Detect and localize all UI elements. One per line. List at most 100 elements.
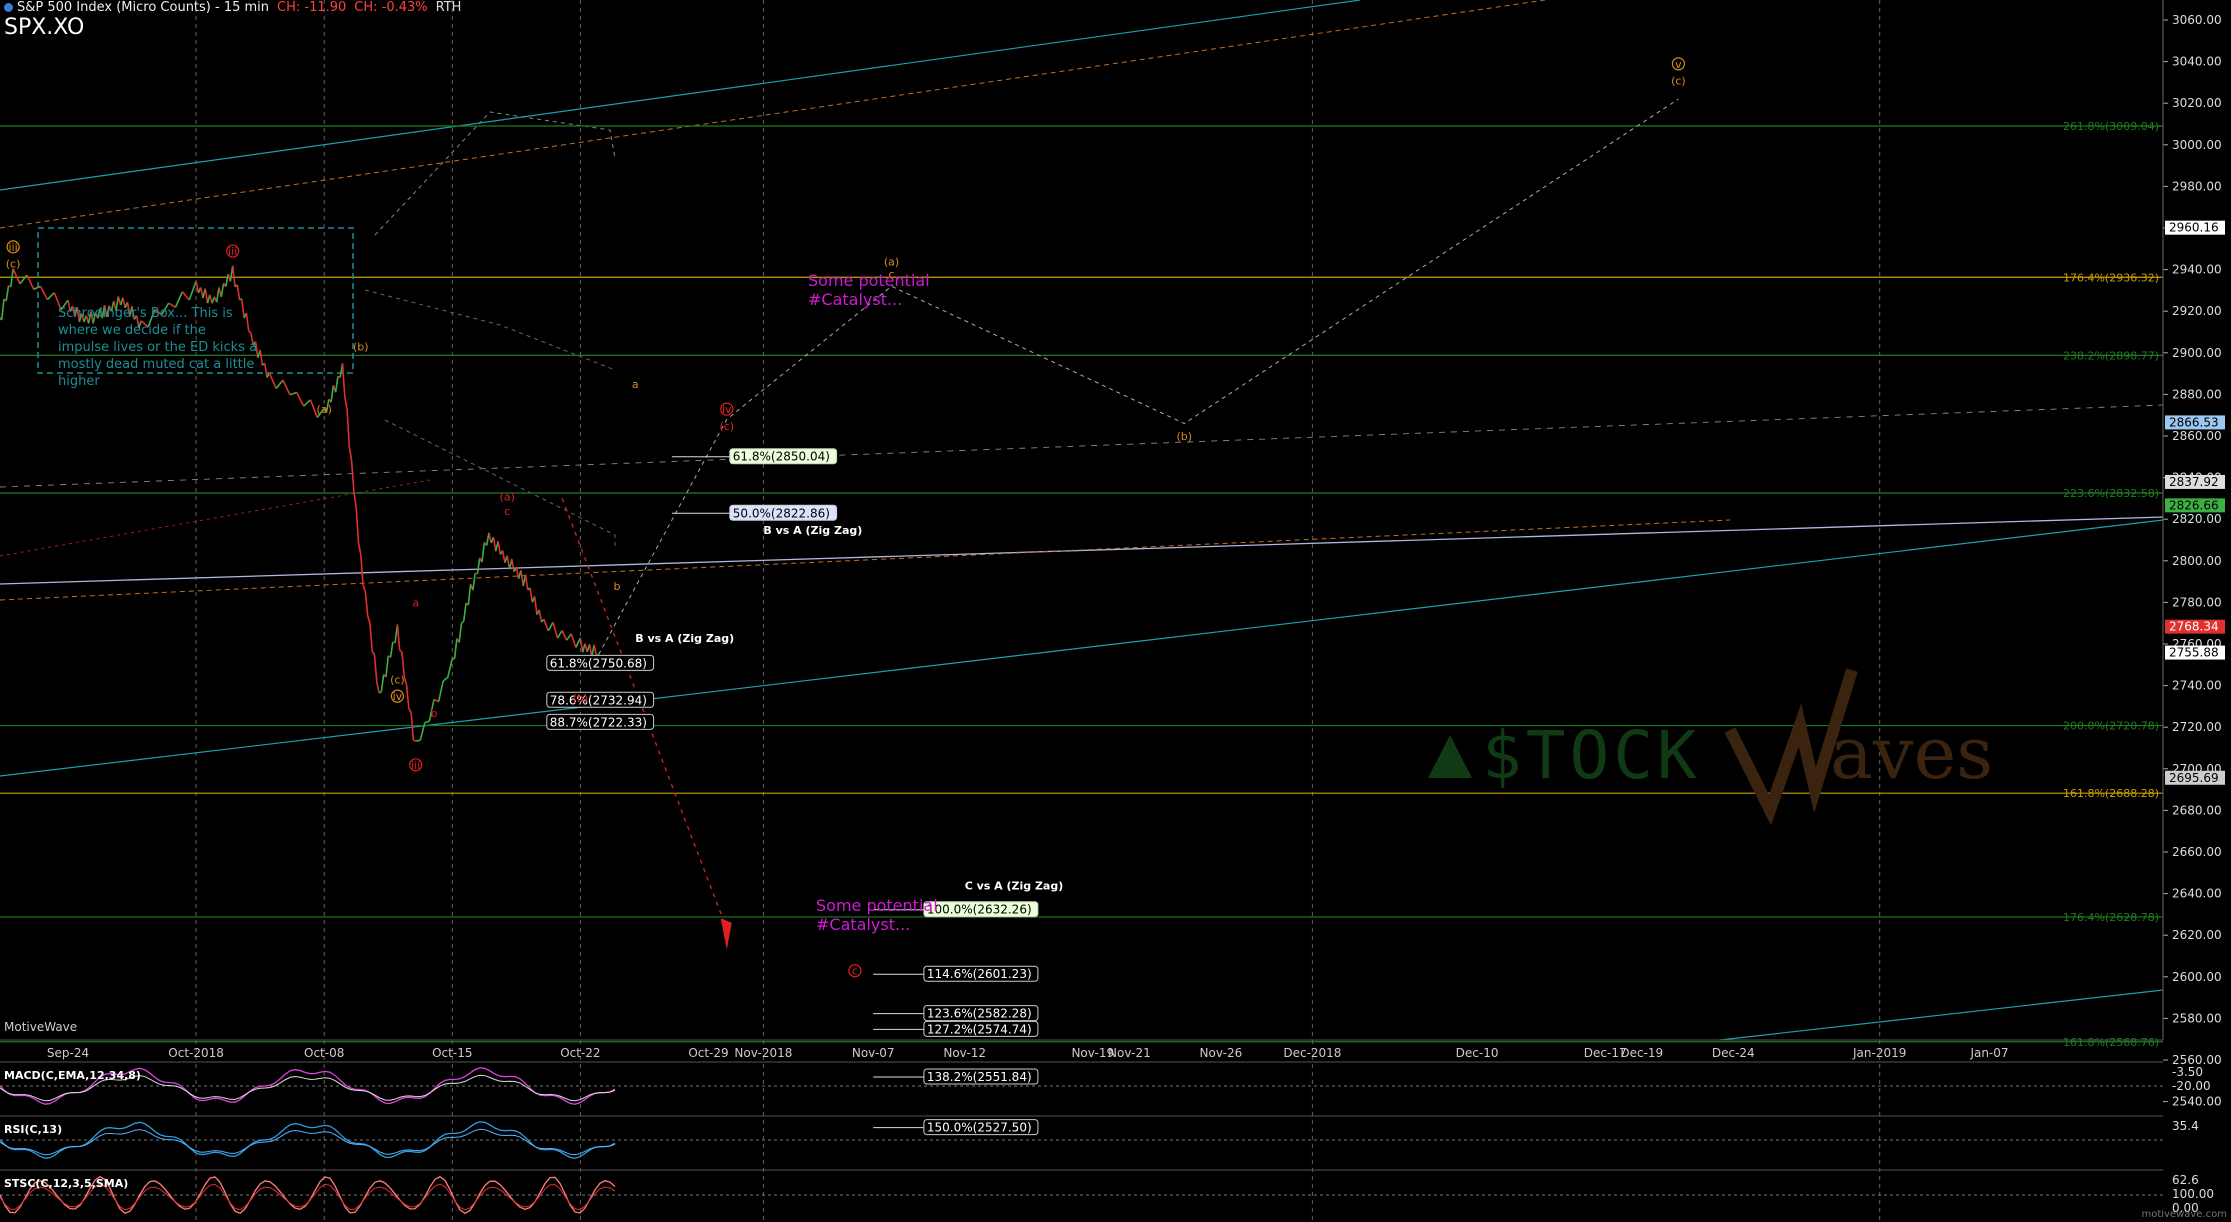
fib-box-label: 114.6%(2601.23) [927,967,1032,981]
fib-box-label: 88.7%(2722.33) [550,715,647,729]
trend-line [0,479,431,557]
symbol-status-icon [4,3,13,12]
change-value: CH: -11.90 [277,0,347,15]
fib-title: B vs A (Zig Zag) [635,632,734,645]
price-segment [353,492,358,508]
price-segment [424,720,430,724]
stockwaves-logo: $TOCK aves [1428,668,1993,826]
symbol-label[interactable]: SPX.XO [4,15,84,40]
bearish-projection [561,498,728,930]
wave-label: a [412,597,419,610]
price-segment [5,285,10,302]
x-tick-label: Jan-07 [1969,1046,2008,1060]
wave-label: a [632,378,639,391]
y-tick-label: 3000.00 [2172,138,2222,152]
price-segment [369,623,374,652]
price-segment [492,536,497,552]
price-segment [231,265,236,287]
price-segment [268,372,277,389]
trend-line [0,0,1361,191]
x-tick-label: Nov-07 [852,1046,895,1060]
wave-label: (c) [6,258,21,271]
y-tick-label: 2720.00 [2172,720,2222,734]
price-segment [399,649,403,653]
price-segment [413,739,416,742]
price-tag-label: 2695.69 [2169,771,2219,785]
price-segment [236,284,241,300]
fib-level-label: 261.8%(3009.04) [2063,120,2159,133]
channel-line [374,111,616,236]
price-segment [343,396,348,410]
price-segment [460,620,465,624]
price-axis[interactable]: 3060.00 3040.00 3020.00 3000.00 2980.00 2960.… [2162,0,2225,1109]
fib-box-label: 61.8%(2750.68) [550,656,647,670]
chart-title: S&P 500 Index (Micro Counts) - 15 min [17,0,270,15]
price-segment [282,379,291,396]
price-segment [350,461,355,493]
price-segment [380,674,385,692]
y-tick-label: 3060.00 [2172,13,2222,27]
price-tag-label: 2755.88 [2169,646,2219,660]
price-segment [458,623,463,643]
price-segment [181,291,190,301]
price-segment [296,392,305,407]
price-segment [408,708,412,713]
price-segment [575,637,582,648]
y-tick-label: 2660.00 [2172,845,2222,859]
price-segment [330,385,335,403]
wave-label: iii [9,241,18,254]
price-segment [488,532,492,544]
fib-box-label: 50.0%(2822.86) [733,506,830,520]
wave-label: iii [411,759,420,772]
fib-box-label: 150.0%(2527.50) [927,1121,1032,1135]
y-tick-label: 2580.00 [2172,1011,2222,1025]
y-tick-label: 2880.00 [2172,387,2222,401]
price-segment [501,550,506,563]
price-segment [415,739,421,742]
price-segment [396,624,401,651]
price-segment [303,399,312,407]
price-segment [360,554,364,585]
wave-label: (b) [353,341,369,354]
x-tick-label: Dec-19 [1620,1046,1663,1060]
x-tick-label: Oct-08 [304,1046,344,1060]
price-segment [570,633,577,648]
x-tick-label: Nov-12 [943,1046,986,1060]
wave-label: (b) [573,692,589,705]
x-tick-label: Oct-2018 [168,1046,224,1060]
price-tag-label: 2768.34 [2169,620,2219,634]
y-tick-label: 2540.00 [2172,1095,2222,1109]
y-tick-label: 3020.00 [2172,96,2222,110]
price-segment [225,273,229,287]
y-tick-label: 3040.00 [2172,55,2222,69]
y-tick-label: 2680.00 [2172,803,2222,817]
change-percent: CH: -0.43% [354,0,428,15]
x-tick-label: Oct-15 [432,1046,472,1060]
wave-label: (c) [719,420,734,433]
price-segment [341,363,346,397]
price-segment [538,609,543,623]
wave-label: (a) [317,403,332,416]
price-tag-label: 2837.92 [2169,475,2219,489]
channel-line [364,289,616,371]
fib-box-label: 127.2%(2574.74) [927,1022,1032,1036]
price-chart[interactable]: 261.8%(3009.04) 176.4%(2936.32) 238.2%(289… [0,0,2231,1222]
wave-label: b [431,707,438,720]
price-tag-label: 2960.16 [2169,221,2219,235]
price-segment [366,615,371,624]
fib-box-label: 61.8%(2850.04) [733,450,830,464]
price-segment [373,655,378,683]
indicator-value: 35.4 [2172,1119,2199,1133]
price-segment [334,376,339,393]
wave-labels: iii (c) iii (b) (a) a (c) iv b iii (a) c b (b) a iv (c) (… [6,57,1686,978]
wave-label: c [852,965,858,978]
wave-label: (a) [884,255,899,268]
indicator-value: 100.00 [2172,1187,2214,1201]
fib-level-label: 176.4%(2936.32) [2063,271,2159,284]
price-segment [263,363,268,378]
trend-line [1719,989,2164,1041]
price-segment [529,587,534,603]
price-segment [0,298,5,321]
trend-line [0,516,2164,585]
price-segment [476,557,481,574]
